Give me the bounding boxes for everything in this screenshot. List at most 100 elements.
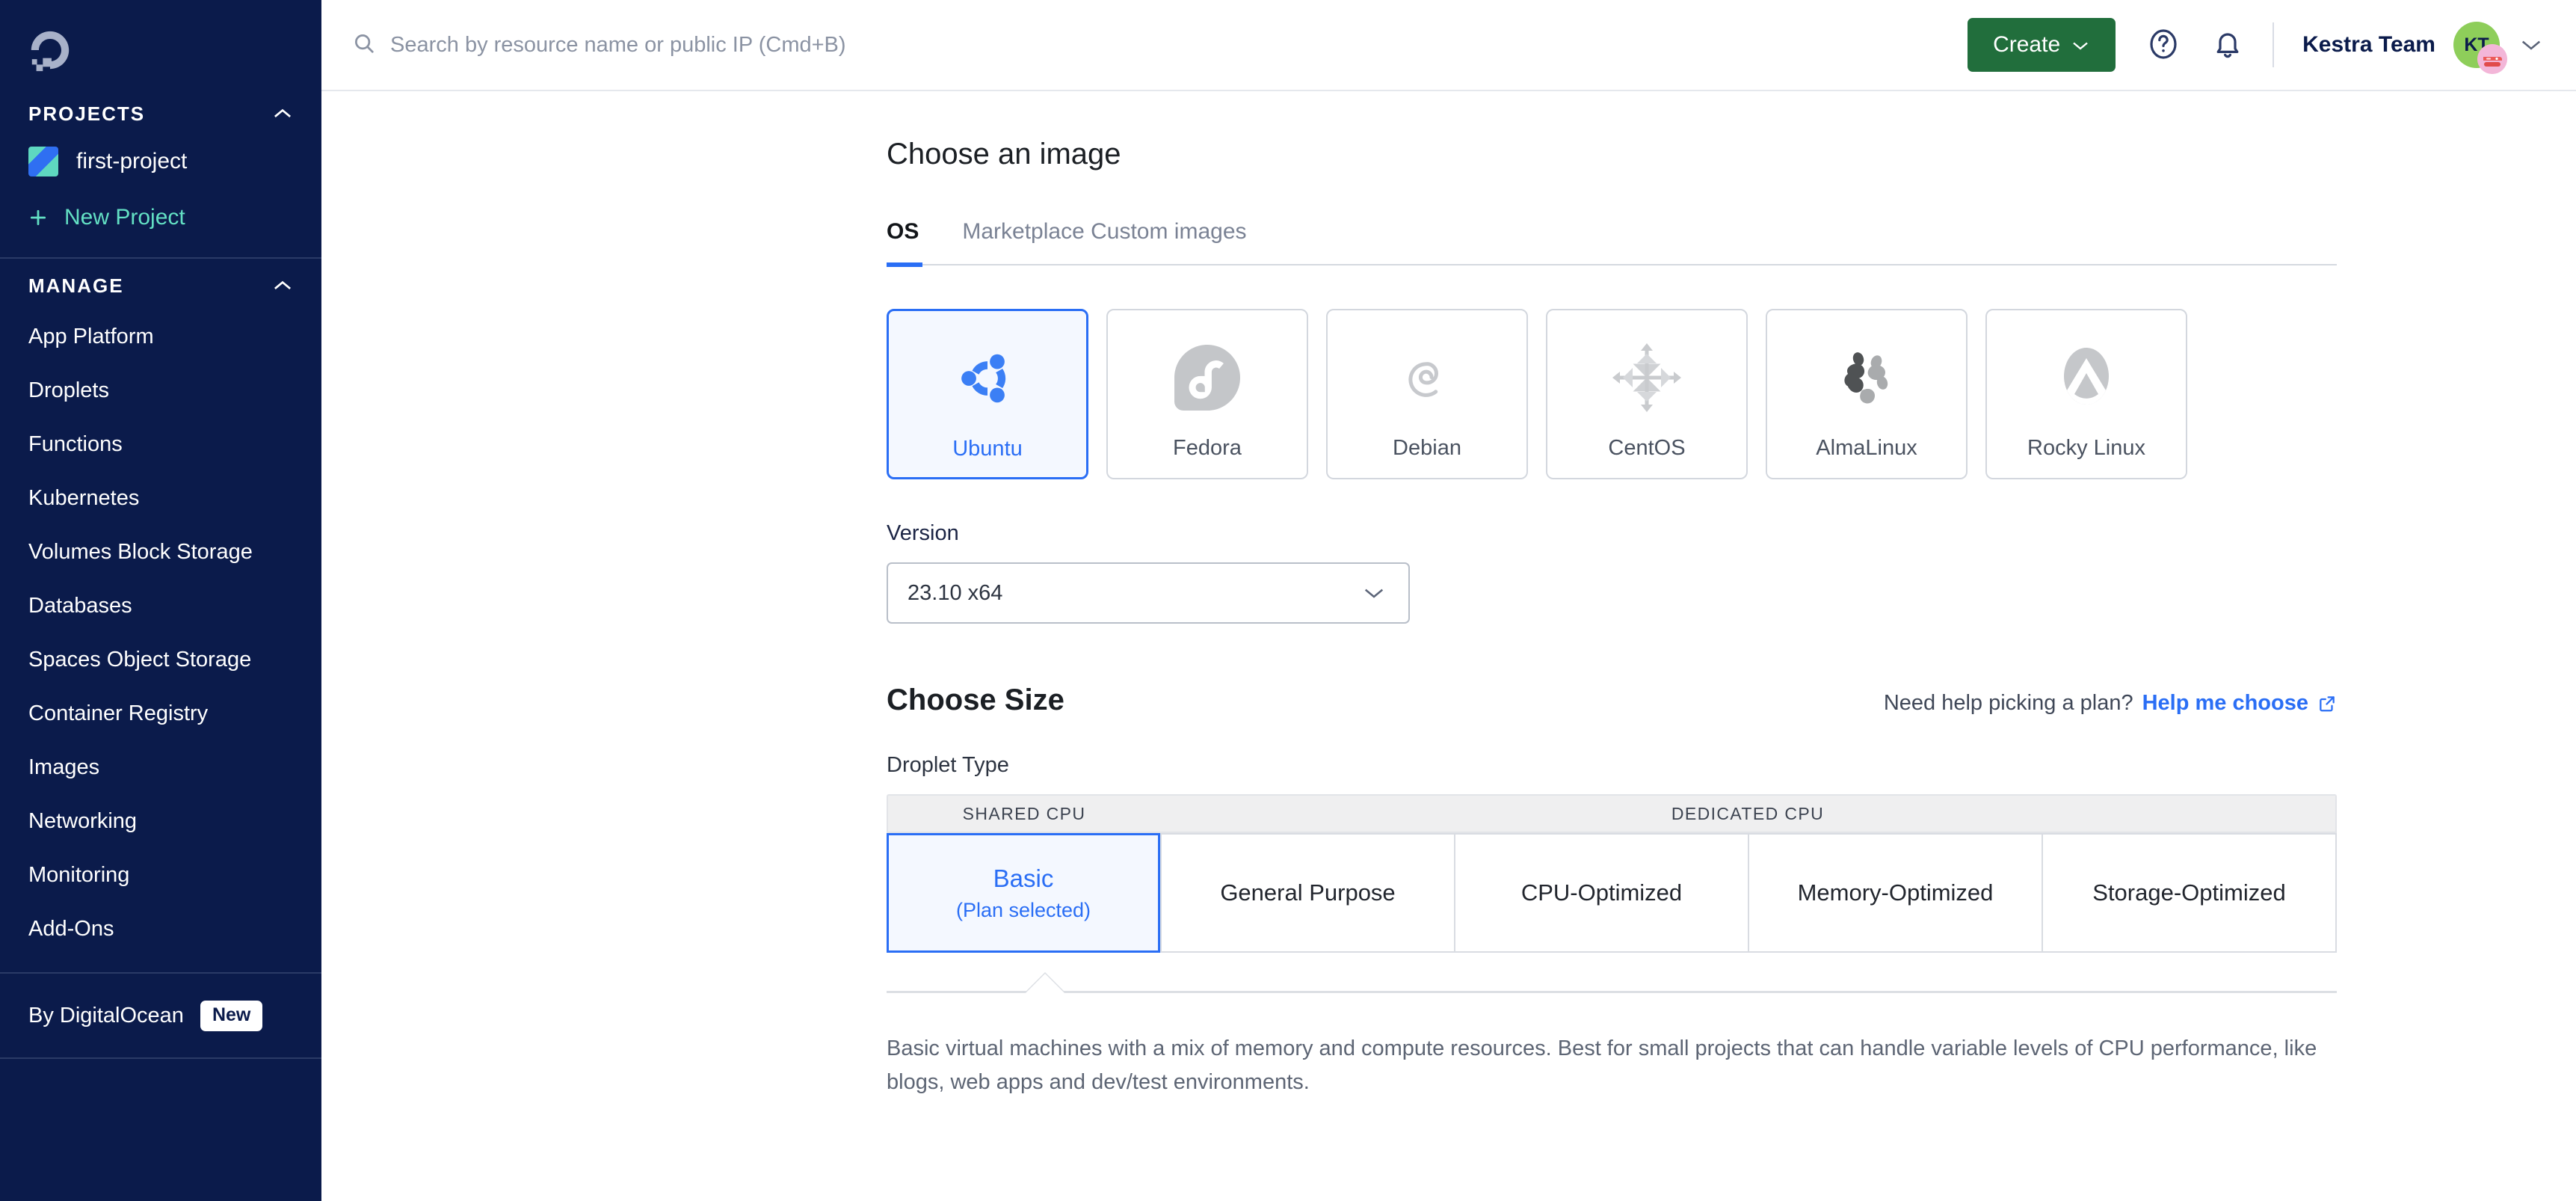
avatar-badge-icon <box>2477 44 2507 74</box>
os-option-rocky-linux[interactable]: Rocky Linux <box>1985 309 2187 479</box>
shared-cpu-group-header: SHARED CPU <box>887 794 1160 833</box>
sidebar-item-label: Databases <box>28 594 132 618</box>
sidebar-item-label: Droplets <box>28 378 109 403</box>
sidebar-item-functions[interactable]: Functions <box>0 417 321 471</box>
droplet-type-storage-optimized[interactable]: Storage-Optimized <box>2043 833 2337 953</box>
help-prompt-text: Need help picking a plan? <box>1884 691 2133 716</box>
right-column: Create <box>321 0 2576 1201</box>
plan-section-divider <box>887 991 2337 993</box>
search-icon <box>353 32 375 58</box>
search-input[interactable] <box>390 33 1968 58</box>
project-swatch-icon <box>28 147 58 176</box>
choose-size-header: Choose Size Need help picking a plan? He… <box>887 684 2337 717</box>
image-source-tabs: OS Marketplace Custom images <box>887 219 2337 264</box>
os-option-debian[interactable]: Debian <box>1326 309 1528 479</box>
header-divider <box>2273 22 2274 67</box>
sidebar-item-droplets[interactable]: Droplets <box>0 363 321 417</box>
sidebar-item-app-platform[interactable]: App Platform <box>0 310 321 363</box>
rockylinux-logo-icon <box>2049 336 2124 420</box>
sidebar-section-projects-header[interactable]: PROJECTS <box>0 94 321 133</box>
caret-up-icon <box>1026 974 1064 993</box>
sidebar-divider <box>0 257 321 259</box>
sidebar-item-monitoring[interactable]: Monitoring <box>0 848 321 902</box>
chevron-up-icon[interactable] <box>272 279 293 292</box>
projects-header-label: PROJECTS <box>28 102 145 126</box>
notifications-button[interactable] <box>2208 25 2247 64</box>
sidebar-item-label: Monitoring <box>28 863 129 888</box>
sidebar-item-spaces-object-storage[interactable]: Spaces Object Storage <box>0 633 321 686</box>
sidebar-item-label: Container Registry <box>28 701 208 726</box>
question-circle-icon <box>2145 26 2181 64</box>
help-me-choose-link[interactable]: Help me choose <box>2142 691 2308 716</box>
chevron-down-icon <box>2520 37 2542 52</box>
manage-nav-list: App Platform Droplets Functions Kubernet… <box>0 305 321 956</box>
version-label: Version <box>887 521 2337 546</box>
tab-active-indicator <box>887 262 922 267</box>
search-container[interactable] <box>353 32 1968 58</box>
tabs-underline <box>887 264 2337 265</box>
by-digitalocean-label: By DigitalOcean <box>28 1004 184 1028</box>
new-project-button[interactable]: New Project <box>0 190 321 245</box>
ubuntu-logo-icon <box>949 337 1026 420</box>
sidebar-item-container-registry[interactable]: Container Registry <box>0 686 321 740</box>
debian-logo-icon <box>1390 336 1464 420</box>
sidebar-item-label: Volumes Block Storage <box>28 540 253 565</box>
sidebar-item-images[interactable]: Images <box>0 740 321 794</box>
droplet-type-basic-label: Basic <box>993 864 1054 893</box>
digitalocean-logo-icon <box>27 27 321 73</box>
sidebar-section-manage-header[interactable]: MANAGE <box>0 266 321 305</box>
account-menu-button[interactable] <box>2516 25 2546 64</box>
version-select[interactable]: 23.10 x64 <box>887 562 1410 624</box>
sidebar-item-label: Images <box>28 755 99 780</box>
sidebar-item-label: App Platform <box>28 325 154 349</box>
help-picking-plan: Need help picking a plan? Help me choose <box>1884 691 2337 716</box>
top-header-bar: Create <box>321 0 2576 91</box>
avatar[interactable]: KT <box>2453 22 2500 68</box>
dedicated-option-row: General Purpose CPU-Optimized Memory-Opt… <box>1160 833 2337 953</box>
new-badge: New <box>200 1001 262 1031</box>
droplet-type-memory-optimized[interactable]: Memory-Optimized <box>1749 833 2043 953</box>
droplet-type-cpu-optimized[interactable]: CPU-Optimized <box>1455 833 1749 953</box>
chevron-up-icon[interactable] <box>272 107 293 120</box>
sidebar: PROJECTS first-project New Project MANAG… <box>0 0 321 1201</box>
digitalocean-logo-link[interactable] <box>0 0 321 87</box>
plan-description: Basic virtual machines with a mix of mem… <box>887 1032 2337 1099</box>
os-option-label: Ubuntu <box>952 437 1023 461</box>
external-link-icon[interactable] <box>2317 694 2337 713</box>
bell-icon <box>2210 26 2246 64</box>
droplet-type-label: Droplet Type <box>887 753 2337 778</box>
sidebar-item-kubernetes[interactable]: Kubernetes <box>0 471 321 525</box>
sidebar-item-volumes-block-storage[interactable]: Volumes Block Storage <box>0 525 321 579</box>
sidebar-footer-by-digitalocean[interactable]: By DigitalOcean New <box>0 974 321 1057</box>
droplet-type-basic[interactable]: Basic (Plan selected) <box>887 833 1160 953</box>
project-name-label: first-project <box>76 149 187 174</box>
sidebar-item-add-ons[interactable]: Add-Ons <box>0 902 321 956</box>
os-option-fedora[interactable]: Fedora <box>1106 309 1308 479</box>
sidebar-item-label: Functions <box>28 432 123 457</box>
sidebar-item-label: Add-Ons <box>28 917 114 942</box>
version-select-value: 23.10 x64 <box>908 581 1002 606</box>
sidebar-item-first-project[interactable]: first-project <box>0 133 321 190</box>
centos-logo-icon <box>1609 336 1684 420</box>
tab-marketplace-custom-images[interactable]: Marketplace Custom images <box>962 219 1246 264</box>
sidebar-item-networking[interactable]: Networking <box>0 794 321 848</box>
os-option-ubuntu[interactable]: Ubuntu <box>887 309 1088 479</box>
team-name-label: Kestra Team <box>2302 32 2435 58</box>
create-button[interactable]: Create <box>1968 18 2116 72</box>
selected-plan-pointer <box>887 953 2337 993</box>
sidebar-item-label: Networking <box>28 809 137 834</box>
help-button[interactable] <box>2144 25 2183 64</box>
tab-os[interactable]: OS <box>887 219 919 264</box>
plus-icon <box>28 208 48 227</box>
os-option-almalinux[interactable]: AlmaLinux <box>1766 309 1968 479</box>
sidebar-item-databases[interactable]: Databases <box>0 579 321 633</box>
os-option-centos[interactable]: CentOS <box>1546 309 1748 479</box>
os-option-label: CentOS <box>1608 436 1685 461</box>
os-option-label: Rocky Linux <box>2027 436 2145 461</box>
droplet-type-general-purpose[interactable]: General Purpose <box>1160 833 1455 953</box>
app-root: PROJECTS first-project New Project MANAG… <box>0 0 2576 1201</box>
new-project-label: New Project <box>64 205 185 230</box>
droplet-type-grid: SHARED CPU Basic (Plan selected) DEDICAT… <box>887 794 2337 953</box>
os-option-label: Fedora <box>1173 436 1242 461</box>
os-option-list: Ubuntu Fedora <box>887 309 2337 479</box>
